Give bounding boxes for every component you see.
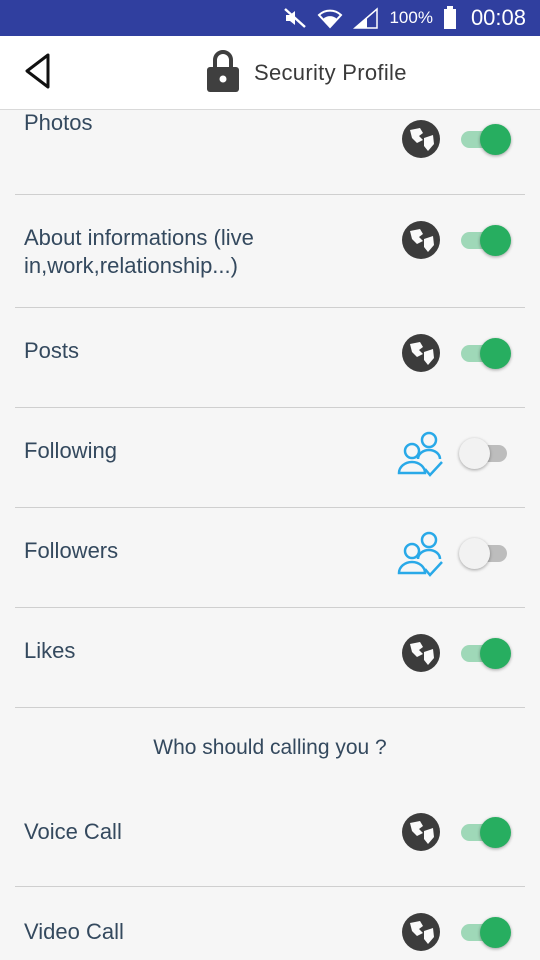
privacy-toggle[interactable] bbox=[459, 223, 511, 257]
row-label: About informations (live in,work,relatio… bbox=[24, 225, 254, 278]
list-item: Posts bbox=[15, 308, 525, 408]
globe-icon bbox=[399, 331, 443, 375]
battery-percent: 100% bbox=[389, 8, 433, 27]
privacy-toggle[interactable] bbox=[459, 536, 511, 570]
calls-section-heading: Who should calling you ? bbox=[153, 736, 387, 759]
app-bar: Security Profile bbox=[0, 36, 540, 110]
globe-icon bbox=[399, 810, 443, 854]
back-button[interactable] bbox=[16, 50, 60, 96]
friends-icon bbox=[395, 429, 447, 481]
row-label: Following bbox=[24, 438, 117, 463]
privacy-toggle[interactable] bbox=[459, 336, 511, 370]
toggle-thumb bbox=[480, 638, 511, 669]
status-bar: 100% 00:08 bbox=[0, 0, 540, 36]
row-label: Likes bbox=[24, 638, 76, 663]
globe-icon bbox=[399, 218, 443, 262]
signal-icon bbox=[353, 7, 379, 29]
back-icon bbox=[22, 52, 54, 95]
toggle-thumb bbox=[480, 338, 511, 369]
row-label: Followers bbox=[24, 538, 119, 563]
toggle-thumb bbox=[480, 817, 511, 848]
status-clock: 00:08 bbox=[470, 5, 526, 30]
settings-list: Photos About informations (live in,work,r… bbox=[0, 110, 540, 960]
list-item: Video Call bbox=[15, 887, 525, 960]
toggle-thumb bbox=[480, 917, 511, 948]
row-label: Posts bbox=[24, 338, 80, 363]
list-item: Followers bbox=[15, 508, 525, 608]
privacy-toggle[interactable] bbox=[459, 815, 511, 849]
list-item: Voice Call bbox=[15, 787, 525, 887]
friends-icon bbox=[395, 529, 447, 581]
toggle-thumb bbox=[459, 438, 490, 469]
privacy-toggle[interactable] bbox=[459, 915, 511, 949]
list-item: Following bbox=[15, 408, 525, 508]
battery-icon bbox=[443, 6, 457, 30]
toggle-thumb bbox=[480, 124, 511, 155]
globe-icon bbox=[399, 631, 443, 675]
title-group: Security Profile bbox=[206, 49, 407, 98]
toggle-thumb bbox=[480, 225, 511, 256]
row-label: Photos bbox=[24, 110, 93, 135]
list-item: Photos bbox=[15, 110, 525, 195]
privacy-toggle[interactable] bbox=[459, 122, 511, 156]
privacy-toggle[interactable] bbox=[459, 436, 511, 470]
row-label: Video Call bbox=[24, 919, 124, 944]
wifi-icon bbox=[317, 7, 343, 29]
toggle-thumb bbox=[459, 538, 490, 569]
row-label: Voice Call bbox=[24, 819, 122, 844]
list-item: Likes bbox=[15, 608, 525, 708]
list-item: About informations (live in,work,relatio… bbox=[15, 195, 525, 308]
lock-icon bbox=[206, 49, 240, 98]
privacy-toggle[interactable] bbox=[459, 636, 511, 670]
page-title: Security Profile bbox=[254, 60, 407, 85]
globe-icon bbox=[399, 910, 443, 954]
mute-icon bbox=[283, 7, 307, 29]
globe-icon bbox=[399, 117, 443, 161]
